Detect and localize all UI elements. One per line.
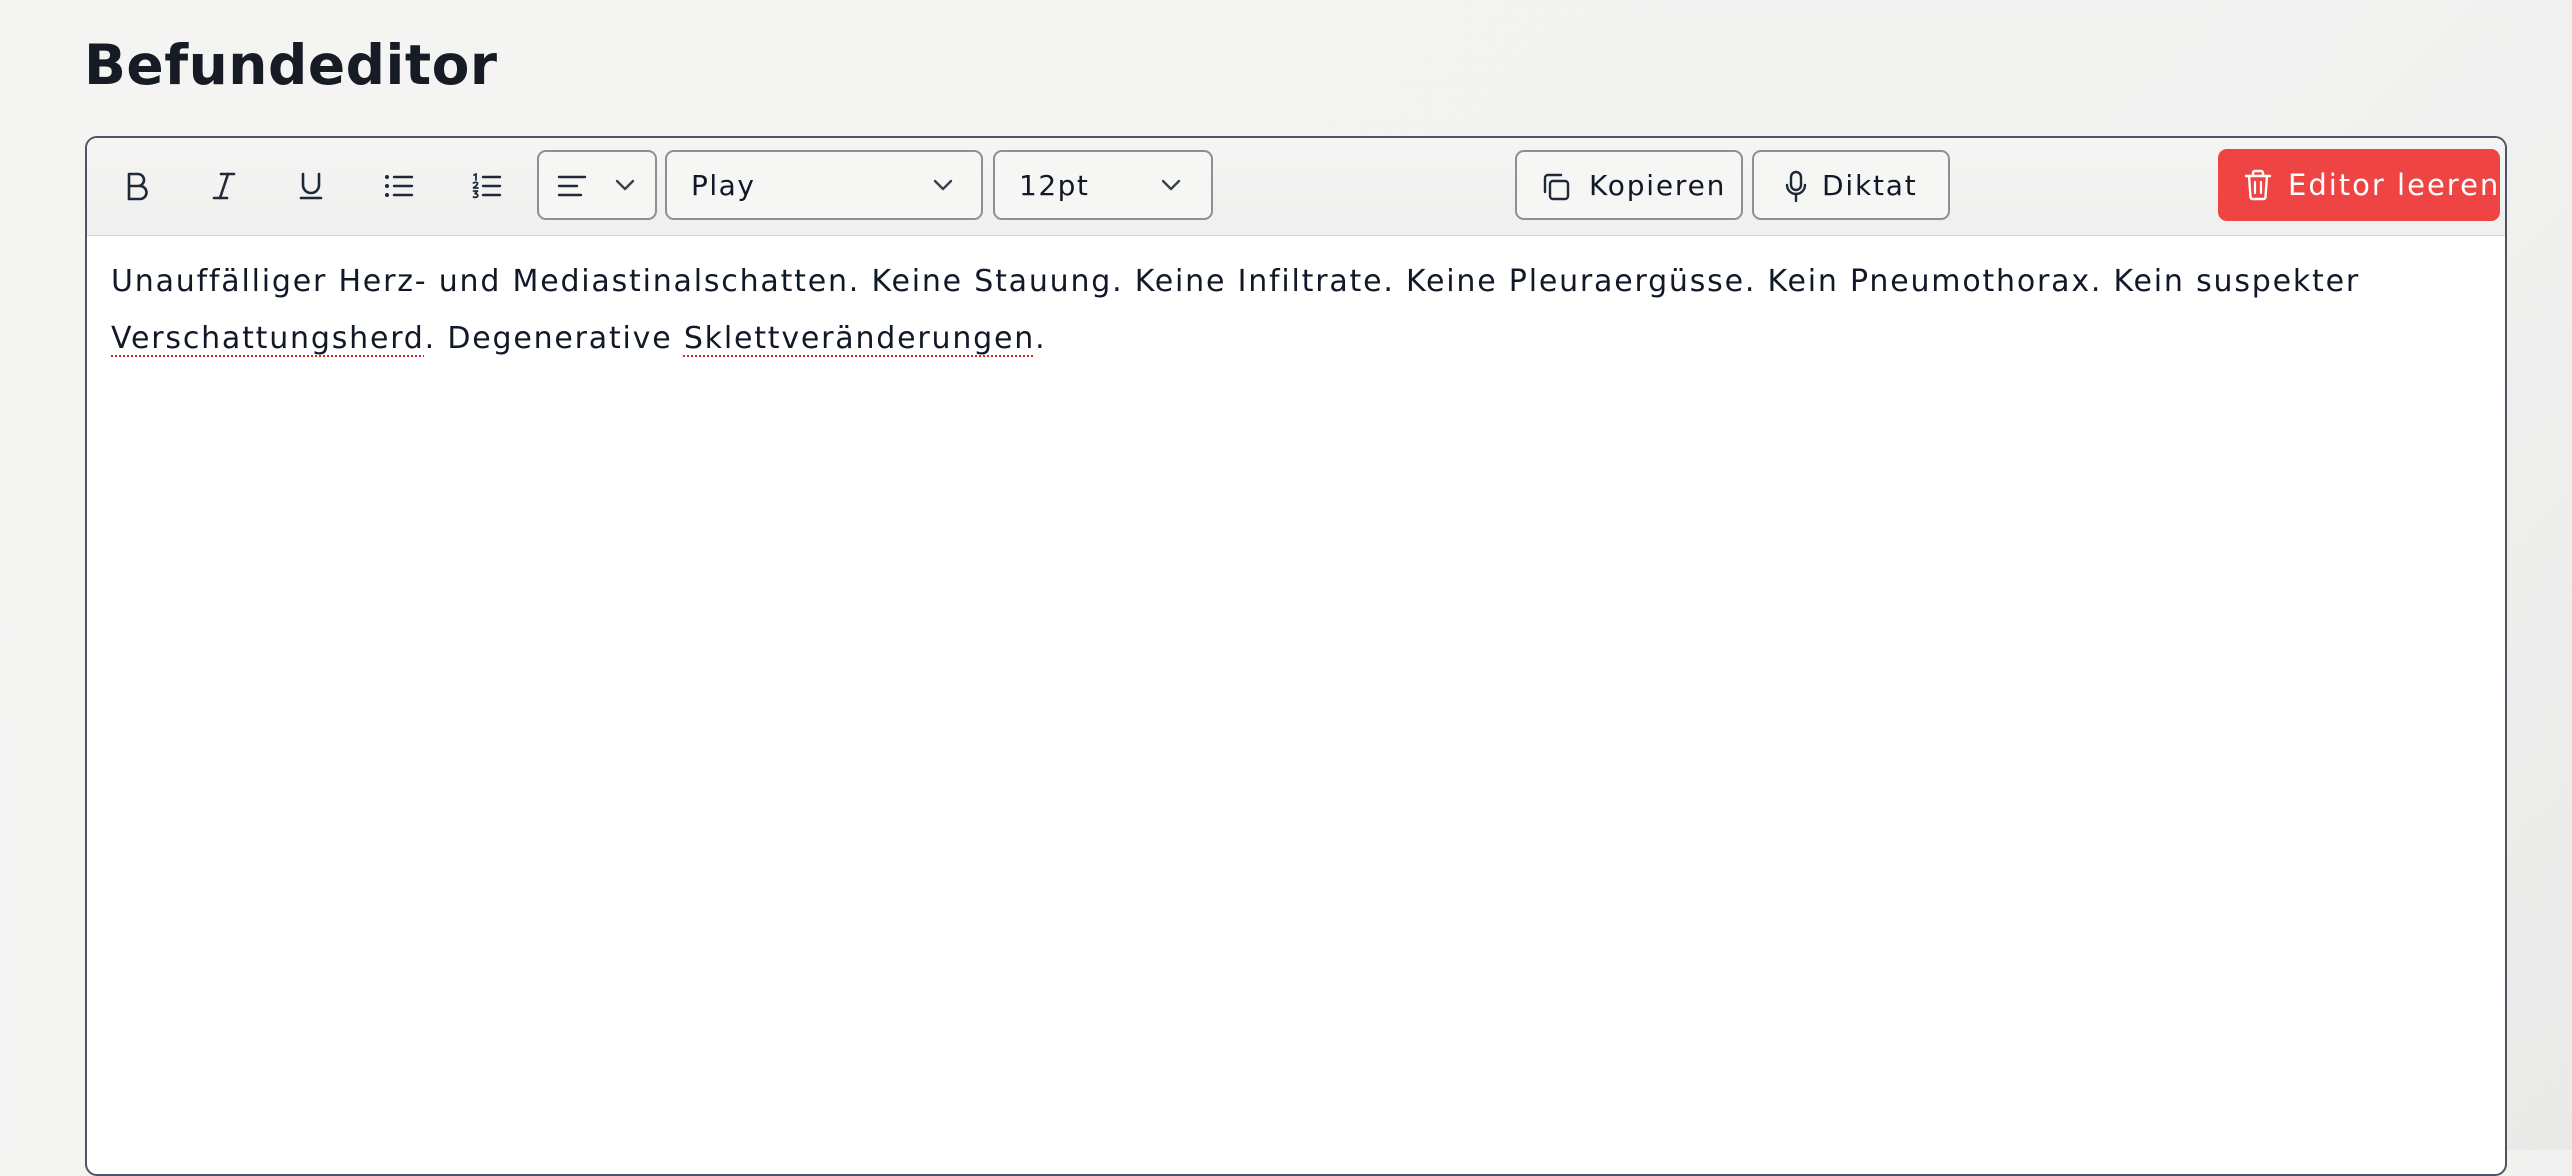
dictate-button[interactable]: Diktat: [1752, 150, 1950, 220]
clear-editor-label: Editor leeren: [2288, 168, 2501, 202]
trash-icon: [2244, 169, 2272, 205]
italic-icon: [210, 171, 238, 201]
align-select[interactable]: [537, 150, 657, 220]
editor-text: . Degenerative: [424, 321, 684, 356]
dictate-label: Diktat: [1822, 168, 1918, 202]
numbered-list-icon: [472, 173, 502, 199]
misspelled-word[interactable]: Verschattungsherd: [111, 321, 425, 356]
font-family-select[interactable]: Play: [665, 150, 983, 220]
copy-button[interactable]: Kopieren: [1515, 150, 1743, 220]
editor-text: .: [1035, 321, 1047, 356]
bullet-list-icon: [384, 174, 414, 198]
editor-panel: Play 12pt Kopieren Diktat Editor leeren …: [85, 136, 2507, 1176]
underline-button[interactable]: [274, 150, 348, 222]
font-size-value: 12pt: [1019, 168, 1090, 202]
copy-label: Kopieren: [1589, 168, 1727, 202]
editor-text: Unauffälliger Herz- und Mediastinalschat…: [111, 264, 2360, 299]
misspelled-word[interactable]: Sklettveränderungen: [684, 321, 1035, 356]
page-title: Befundeditor: [84, 33, 498, 97]
align-left-icon: [557, 174, 587, 202]
bold-button[interactable]: [100, 150, 174, 222]
microphone-icon: [1784, 170, 1808, 208]
font-size-select[interactable]: 12pt: [993, 150, 1213, 220]
numbered-list-button[interactable]: [450, 150, 524, 222]
bullet-list-button[interactable]: [362, 150, 436, 222]
chevron-down-icon: [1161, 179, 1181, 191]
italic-button[interactable]: [187, 150, 261, 222]
underline-icon: [297, 171, 325, 201]
chevron-down-icon: [615, 179, 635, 191]
editor-content-area[interactable]: Unauffälliger Herz- und Mediastinalschat…: [111, 253, 2451, 367]
editor-toolbar: Play 12pt Kopieren Diktat Editor leeren: [87, 138, 2505, 236]
chevron-down-icon: [933, 179, 953, 191]
bold-icon: [124, 171, 150, 201]
font-family-value: Play: [691, 168, 756, 202]
copy-icon: [1541, 172, 1571, 206]
clear-editor-button[interactable]: Editor leeren: [2218, 149, 2500, 221]
